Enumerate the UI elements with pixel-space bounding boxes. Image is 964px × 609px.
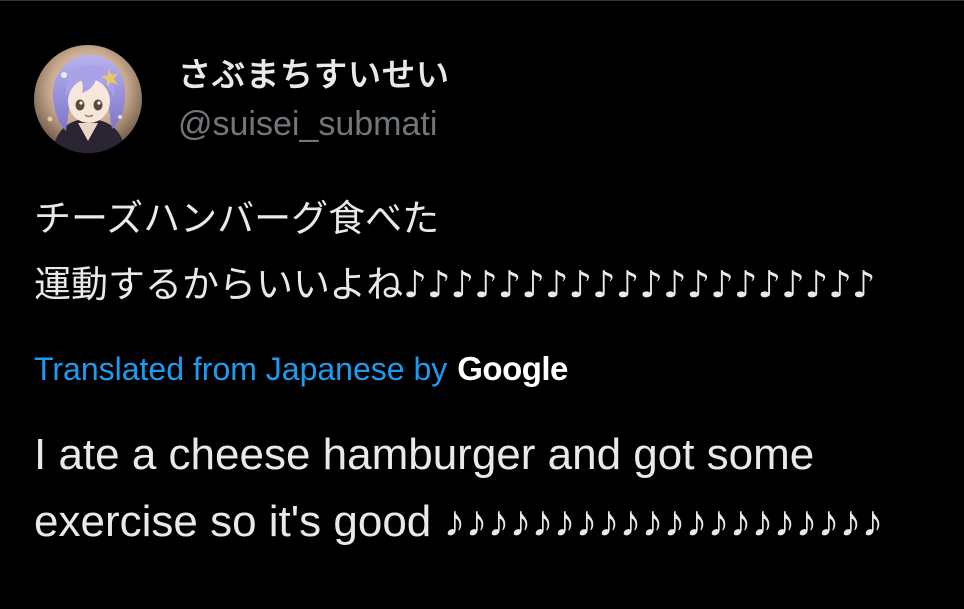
- google-logo: Google: [457, 350, 568, 387]
- avatar-anime-girl-icon[interactable]: [34, 45, 142, 153]
- author-names: さぶまちすいせい @suisei_submati: [178, 53, 450, 145]
- translation-attribution: Translated from Japanese by Google: [34, 350, 568, 388]
- display-name[interactable]: さぶまちすいせい: [178, 53, 450, 97]
- tweet-translated-text: I ate a cheese hamburger and got some ex…: [34, 430, 884, 546]
- user-handle[interactable]: @suisei_submati: [178, 103, 450, 145]
- tweet-header: さぶまちすいせい @suisei_submati: [34, 45, 450, 153]
- tweet: さぶまちすいせい @suisei_submati チーズハンバーグ食べた 運動す…: [0, 0, 964, 609]
- translated-from-link[interactable]: Translated from Japanese by: [34, 351, 447, 388]
- tweet-original-text: チーズハンバーグ食べた 運動するからいいよね♪♪♪♪♪♪♪♪♪♪♪♪♪♪♪♪♪♪…: [34, 197, 876, 306]
